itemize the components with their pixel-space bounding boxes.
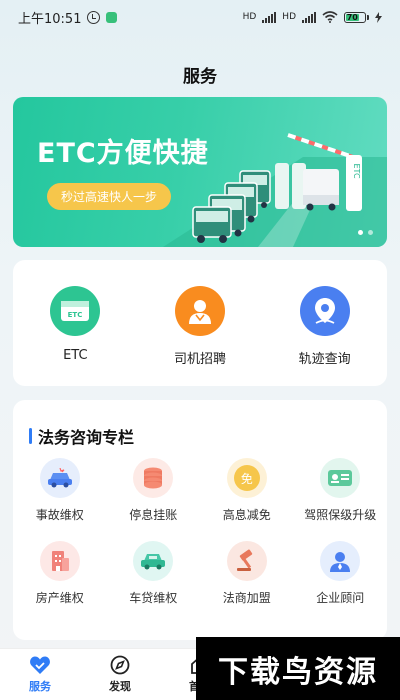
legal-item-label: 高息减免: [222, 508, 271, 522]
nav-item-service[interactable]: 服务: [0, 655, 80, 694]
status-bar: 上午10:51 HD HD 70: [0, 0, 400, 34]
pagination-dot-2[interactable]: [368, 230, 373, 235]
quick-action-etc[interactable]: ETC ETC: [20, 286, 130, 363]
legal-header: 法务咨询专栏: [29, 424, 134, 448]
signal-bars-icon-2: [302, 11, 316, 23]
nav-item-discover[interactable]: 发现: [80, 655, 160, 694]
building-icon: [39, 541, 80, 581]
legal-item-enterprise[interactable]: 企业顾问: [294, 541, 388, 606]
coins-icon: [133, 458, 174, 498]
quick-action-label: 司机招聘: [173, 352, 226, 367]
section-accent-bar: [29, 428, 32, 444]
banner-pagination: [358, 230, 373, 235]
legal-section-title: 法务咨询专栏: [38, 428, 135, 447]
signal-bars-icon: [262, 11, 277, 23]
toll-gate-illustration: ETC: [163, 133, 387, 247]
etc-card-icon: ETC: [50, 286, 101, 336]
svg-text:ETC: ETC: [68, 311, 83, 319]
legal-item-license[interactable]: 驾照保级升级: [294, 458, 388, 523]
waiver-icon: 免: [226, 458, 267, 498]
waiver-badge: 免: [233, 465, 260, 491]
legal-item-label: 事故维权: [35, 508, 84, 522]
location-pin-icon: [299, 286, 350, 336]
driver-icon: [174, 286, 225, 336]
license-icon: [320, 458, 361, 498]
legal-item-label: 驾照保级升级: [304, 508, 377, 522]
charging-icon: [375, 11, 382, 23]
legal-item-label: 车贷维权: [129, 591, 178, 605]
nav-label: 发现: [109, 680, 131, 693]
watermark-text: 下载鸟资源: [218, 654, 378, 690]
legal-item-label: 停息挂账: [129, 508, 178, 522]
legal-item-car-loan[interactable]: 车贷维权: [107, 541, 201, 606]
page-title: 服务: [183, 67, 217, 87]
legal-item-franchise[interactable]: 法商加盟: [200, 541, 294, 606]
quick-action-label: ETC: [63, 348, 88, 363]
gavel-icon: [226, 541, 267, 581]
legal-consult-card: 法务咨询专栏 事故维权 停息挂账 免 高息减免 驾照保级升级 房产维权 车贷维权…: [13, 400, 387, 640]
alarm-icon: [87, 10, 101, 24]
car-accident-icon: [39, 458, 80, 498]
legal-grid: 事故维权 停息挂账 免 高息减免 驾照保级升级 房产维权 车贷维权 法商加盟 企…: [13, 458, 387, 606]
quick-action-track-query[interactable]: 轨迹查询: [270, 286, 380, 367]
status-time: 上午10:51: [18, 11, 82, 27]
quick-action-driver-recruit[interactable]: 司机招聘: [145, 286, 255, 367]
wifi-icon: [322, 11, 338, 23]
app-notification-icon: [106, 11, 118, 23]
legal-item-accident[interactable]: 事故维权: [13, 458, 107, 523]
legal-item-label: 房产维权: [35, 591, 84, 605]
legal-item-label: 法商加盟: [222, 591, 271, 605]
compass-icon: [110, 655, 130, 675]
battery-icon: 70: [344, 11, 369, 23]
etc-sign-text: ETC: [352, 163, 361, 178]
advisor-icon: [320, 541, 361, 581]
promo-banner[interactable]: ETC ETC方便快捷 秒过高速快人一步: [13, 97, 387, 247]
banner-subtitle: 秒过高速快人一步: [47, 183, 172, 210]
banner-title: ETC方便快捷: [37, 138, 209, 169]
pagination-dot-1[interactable]: [358, 230, 363, 235]
hd-signal-icon-2: HD: [282, 12, 296, 22]
battery-level: 70: [346, 12, 359, 22]
legal-item-label: 企业顾问: [316, 591, 365, 605]
legal-item-interest-waiver[interactable]: 免 高息减免: [200, 458, 294, 523]
car-loan-icon: [133, 541, 174, 581]
nav-label: 服务: [29, 680, 51, 693]
quick-actions-card: ETC ETC 司机招聘 轨迹查询: [13, 260, 387, 386]
quick-action-label: 轨迹查询: [298, 352, 351, 367]
heart-icon: [30, 656, 50, 674]
legal-item-debt[interactable]: 停息挂账: [107, 458, 201, 523]
legal-item-property[interactable]: 房产维权: [13, 541, 107, 606]
hd-signal-icon: HD: [242, 12, 257, 22]
watermark: 下载鸟资源: [196, 637, 400, 700]
